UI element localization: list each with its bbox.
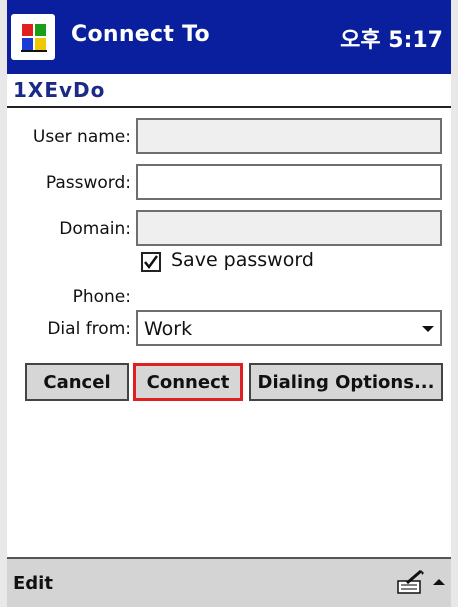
up-arrow-icon[interactable] [433,579,445,585]
domain-label: Domain: [59,219,131,239]
menu-edit[interactable]: Edit [13,573,53,594]
keyboard-input-icon[interactable] [397,569,425,595]
title-bar: Connect To 오후 5:17 [7,0,451,74]
dial-from-value: Work [144,318,193,340]
start-button[interactable] [11,14,55,60]
user-name-label: User name: [32,127,131,147]
cancel-button[interactable]: Cancel [25,363,129,401]
divider [7,106,451,108]
dialing-options-button[interactable]: Dialing Options... [249,363,443,401]
checkmark-icon [144,255,159,270]
clock[interactable]: 오후 5:17 [340,22,443,54]
window-title: Connect To [71,22,210,47]
save-password-checkbox[interactable] [141,252,161,272]
menu-bar: Edit [7,557,451,607]
connect-button[interactable]: Connect [133,363,243,401]
windows-flag-icon [21,24,47,52]
dial-from-dropdown[interactable]: Work [136,310,442,346]
phone-label: Phone: [72,287,131,307]
password-field[interactable] [136,164,442,200]
save-password-label[interactable]: Save password [171,249,314,271]
dial-from-label: Dial from: [47,319,131,339]
password-label: Password: [45,173,131,193]
chevron-down-icon[interactable] [422,326,434,332]
connect-to-window: Connect To 오후 5:17 1XEvDo User name: Pas… [7,0,451,607]
connection-name: 1XEvDo [13,78,106,102]
user-name-field[interactable] [136,118,442,154]
domain-field[interactable] [136,210,442,246]
